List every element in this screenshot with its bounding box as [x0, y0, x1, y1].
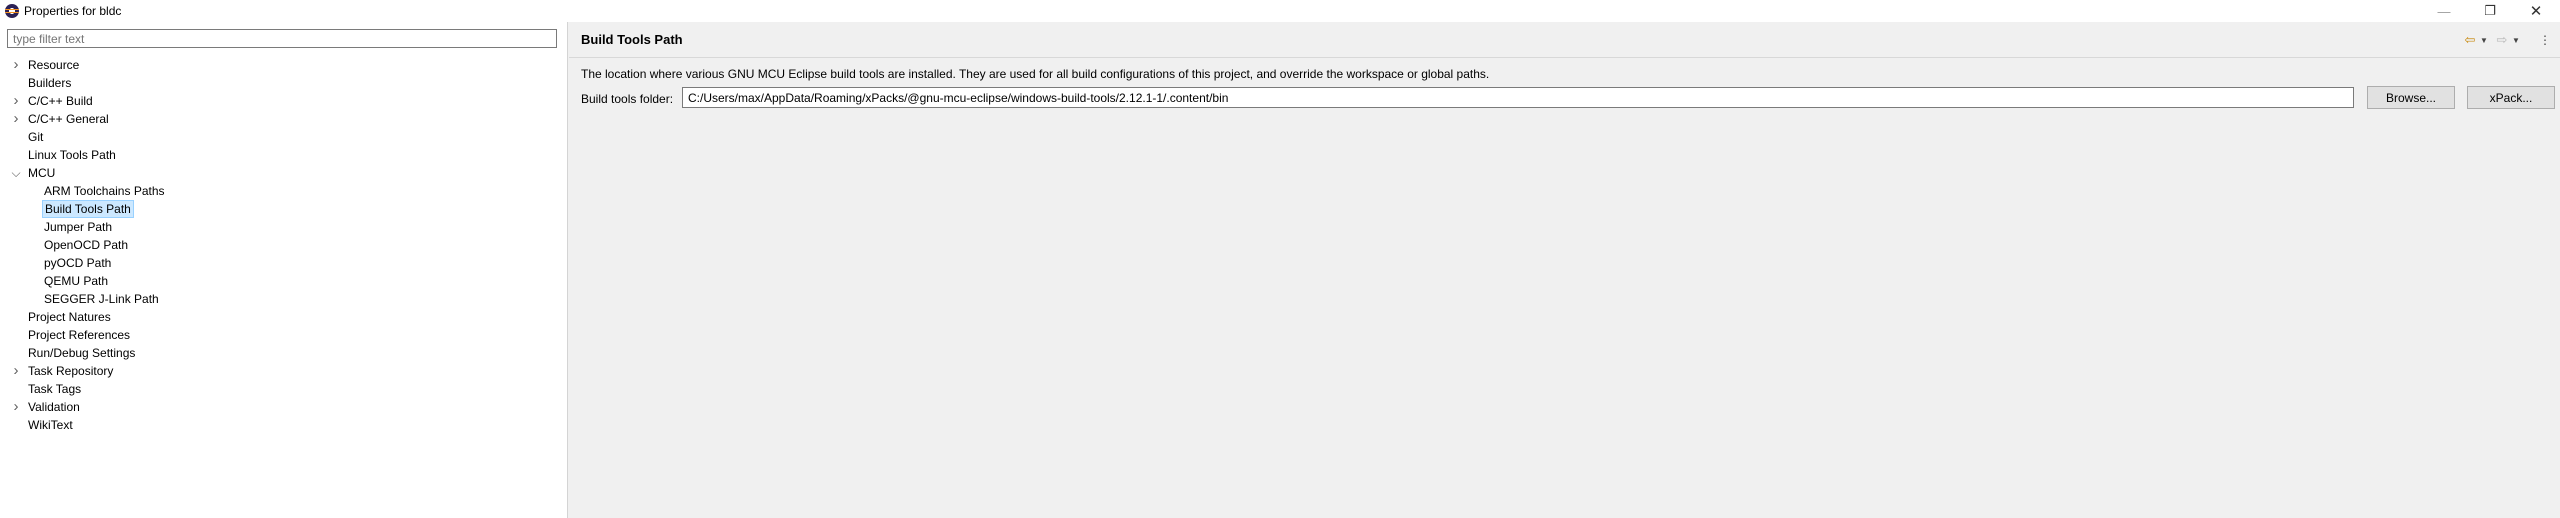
forward-dropdown-icon[interactable]: ▼	[2511, 32, 2521, 48]
tree-item[interactable]: ⌵ MCU	[0, 164, 567, 182]
tree-item[interactable]: OpenOCD Path	[0, 236, 567, 254]
build-tools-folder-label: Build tools folder:	[581, 92, 674, 106]
tree-item[interactable]: Builders	[0, 74, 567, 92]
chevron-right-icon[interactable]: ›	[10, 398, 22, 416]
tree-item-label: Resource	[28, 58, 80, 72]
tree-item-label: Jumper Path	[44, 220, 113, 234]
property-tree: › Resource Builders › C/C++ Build › C/C++ Gene…	[0, 56, 567, 434]
tree-item[interactable]: › C/C++ General	[0, 110, 567, 128]
tree-item-label: QEMU Path	[44, 274, 109, 288]
tree-item-label: Build Tools Path	[42, 200, 134, 218]
page-header: Build Tools Path ⇦ ▼ ⇨ ▼ ⋮	[569, 22, 2560, 58]
tree-item-label: Git	[28, 130, 44, 144]
tree-item-label: Task Tags	[28, 382, 82, 396]
tree-item[interactable]: SEGGER J-Link Path	[0, 290, 567, 308]
sidebar: › Resource Builders › C/C++ Build › C/C++ Gene…	[0, 22, 568, 518]
tree-item[interactable]: › Task Repository	[0, 362, 567, 380]
tree-item-label: Linux Tools Path	[28, 148, 116, 162]
tree-item-label: ARM Toolchains Paths	[44, 184, 165, 198]
chevron-right-icon[interactable]: ›	[10, 362, 22, 380]
tree-item[interactable]: pyOCD Path	[0, 254, 567, 272]
tree-item-label: C/C++ General	[28, 112, 109, 126]
tree-item[interactable]: Build Tools Path	[0, 200, 567, 218]
chevron-right-icon[interactable]: ›	[10, 56, 22, 74]
tree-item[interactable]: Jumper Path	[0, 218, 567, 236]
tree-item-label: Validation	[28, 400, 80, 414]
tree-item[interactable]: Linux Tools Path	[0, 146, 567, 164]
main-panel: Build Tools Path ⇦ ▼ ⇨ ▼ ⋮ The location …	[569, 22, 2560, 518]
back-arrow-icon[interactable]: ⇦	[2462, 32, 2478, 48]
tree-item[interactable]: WikiText	[0, 416, 567, 434]
tree-item-label: SEGGER J-Link Path	[44, 292, 159, 306]
tree-item-label: WikiText	[28, 418, 73, 432]
back-dropdown-icon[interactable]: ▼	[2479, 32, 2489, 48]
tree-item[interactable]: Run/Debug Settings	[0, 344, 567, 362]
minimize-button[interactable]: —	[2421, 0, 2467, 22]
tree-item[interactable]: ARM Toolchains Paths	[0, 182, 567, 200]
eclipse-logo-icon	[5, 4, 19, 18]
tree-item[interactable]: › Validation	[0, 398, 567, 416]
tree-item-label: Project References	[28, 328, 131, 342]
tree-item-label: Project Natures	[28, 310, 111, 324]
chevron-right-icon[interactable]: ›	[10, 110, 22, 128]
tree-item-label: Task Repository	[28, 364, 114, 378]
view-menu-icon[interactable]: ⋮	[2539, 32, 2551, 48]
chevron-right-icon[interactable]: ›	[10, 92, 22, 110]
forward-arrow-icon[interactable]: ⇨	[2494, 32, 2510, 48]
title-bar: Properties for bldc — ❐ ✕	[0, 0, 2560, 22]
chevron-down-icon[interactable]: ⌵	[10, 164, 22, 182]
tree-item[interactable]: Task Tags	[0, 380, 567, 398]
build-tools-folder-input[interactable]	[682, 87, 2354, 108]
tree-item[interactable]: › C/C++ Build	[0, 92, 567, 110]
tree-item-label: Run/Debug Settings	[28, 346, 136, 360]
tree-item[interactable]: › Resource	[0, 56, 567, 74]
tree-item-label: Builders	[28, 76, 72, 90]
page-title: Build Tools Path	[581, 32, 683, 47]
tree-item[interactable]: Git	[0, 128, 567, 146]
tree-item-label: pyOCD Path	[44, 256, 112, 270]
filter-input[interactable]	[7, 29, 557, 48]
browse-button[interactable]: Browse...	[2367, 86, 2455, 109]
tree-item-label: MCU	[28, 166, 56, 180]
tree-item-label: C/C++ Build	[28, 94, 93, 108]
page-description: The location where various GNU MCU Eclip…	[581, 67, 1490, 81]
restore-button[interactable]: ❐	[2467, 0, 2513, 22]
tree-item[interactable]: Project References	[0, 326, 567, 344]
tree-item[interactable]: QEMU Path	[0, 272, 567, 290]
close-button[interactable]: ✕	[2513, 0, 2559, 22]
xpack-button[interactable]: xPack...	[2467, 86, 2555, 109]
window-title: Properties for bldc	[24, 4, 122, 18]
tree-item-label: OpenOCD Path	[44, 238, 129, 252]
tree-item[interactable]: Project Natures	[0, 308, 567, 326]
